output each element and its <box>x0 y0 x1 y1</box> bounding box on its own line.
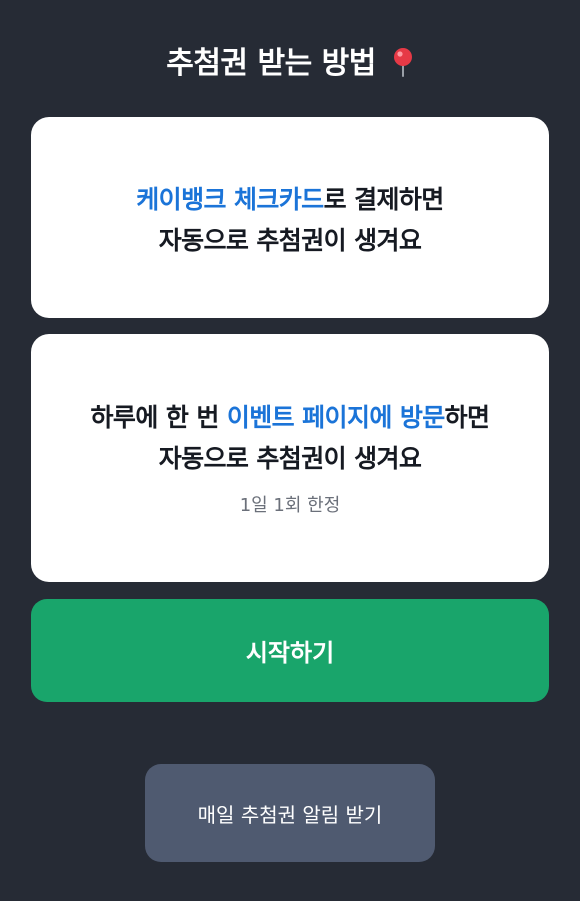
page-title: 추첨권 받는 방법 <box>0 38 580 85</box>
info-card-visit: 하루에 한 번 이벤트 페이지에 방문하면 자동으로 추첨권이 생겨요 1일 1… <box>31 334 549 582</box>
start-button-label: 시작하기 <box>245 639 335 667</box>
highlight-text: 케이뱅크 체크카드 <box>136 185 324 214</box>
pushpin-icon <box>392 47 414 85</box>
page-title-text: 추첨권 받는 방법 <box>166 46 376 81</box>
card-line: 하루에 한 번 이벤트 페이지에 방문하면 <box>31 397 549 438</box>
card-line: 자동으로 추첨권이 생겨요 <box>158 226 422 255</box>
info-card-payment: 케이뱅크 체크카드로 결제하면 자동으로 추첨권이 생겨요 <box>31 117 549 318</box>
card-text: 하루에 한 번 <box>90 403 227 432</box>
card-text: 하면 <box>444 403 490 432</box>
highlight-text: 이벤트 페이지에 방문 <box>226 403 445 432</box>
card-text: 로 결제하면 <box>323 185 445 214</box>
limit-note: 1일 1회 한정 <box>239 495 341 516</box>
daily-alarm-button[interactable]: 매일 추첨권 알림 받기 <box>145 764 435 862</box>
start-button[interactable]: 시작하기 <box>31 599 549 702</box>
daily-alarm-button-label: 매일 추첨권 알림 받기 <box>197 802 383 827</box>
card-line: 케이뱅크 체크카드로 결제하면 <box>31 179 549 220</box>
card-line: 자동으로 추첨권이 생겨요 <box>158 444 422 473</box>
